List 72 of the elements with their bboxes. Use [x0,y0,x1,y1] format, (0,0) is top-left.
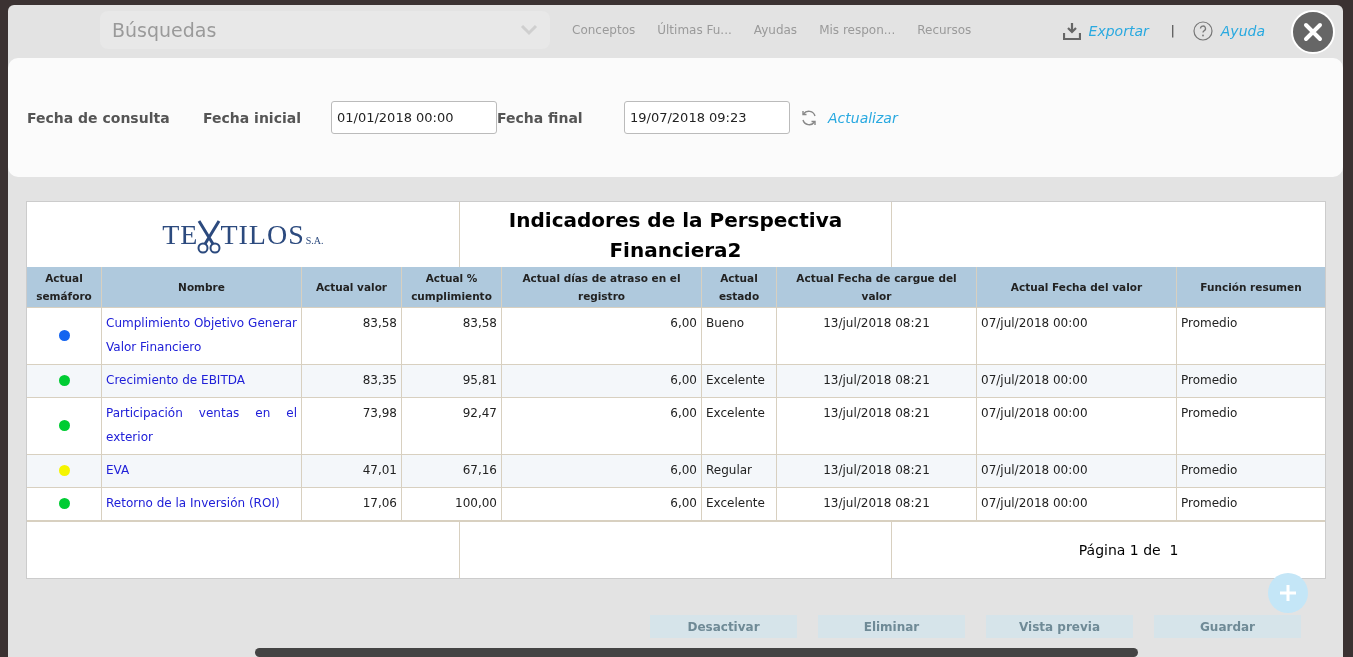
table-cell: 6,00 [501,487,702,521]
logo-text: TE [162,218,199,251]
column-header: Actual Fecha del valor [976,267,1177,308]
end-date-field[interactable]: 19/07/2018 09:23 [624,101,790,134]
action-button[interactable]: Guardar [1154,615,1301,638]
start-date-label: Fecha inicial [203,109,302,126]
column-header: Nombre [101,267,302,308]
action-button[interactable]: Eliminar [818,615,965,638]
separator: | [1170,24,1175,38]
table-cell: 47,01 [301,454,402,488]
table-cell: 13/jul/2018 08:21 [776,364,977,398]
table-cell: Regular [701,454,777,488]
logo-suffix: S.A. [305,235,324,246]
table-cell: Excelente [701,487,777,521]
filter-title: Fecha de consulta [27,109,171,126]
nav-item[interactable]: Últimas Fu... [657,23,732,37]
table-cell: Promedio [1176,364,1325,398]
table-cell: 07/jul/2018 00:00 [976,487,1177,521]
close-icon [1303,22,1323,42]
refresh-link[interactable]: Actualizar [828,109,898,126]
nav-item[interactable]: Recursos [917,23,972,37]
table-cell: 73,98 [301,397,402,455]
table-cell: Excelente [701,364,777,398]
table-cell: 13/jul/2018 08:21 [776,397,977,455]
chevron-icon [520,24,538,36]
column-header: Actual días de atraso en el registro [501,267,702,308]
help-icon [1192,21,1213,41]
table-cell: Promedio [1176,454,1325,488]
table-cell: 13/jul/2018 08:21 [776,307,977,365]
column-header: Actual estado [701,267,777,308]
table-cell: 6,00 [501,397,702,455]
close-button[interactable] [1291,10,1335,54]
table-cell: 83,58 [301,307,402,365]
refresh-icon [800,108,818,127]
column-header: Función resumen [1176,267,1325,308]
table-cell: 67,16 [401,454,502,488]
table-cell: 95,81 [401,364,502,398]
table-cell: 13/jul/2018 08:21 [776,454,977,488]
export-link[interactable]: Exportar [1088,23,1149,39]
table-cell: Bueno [701,307,777,365]
table-cell: 07/jul/2018 00:00 [976,397,1177,455]
start-date-field[interactable]: 01/01/2018 00:00 [331,101,497,134]
end-date-label: Fecha final [497,109,584,126]
column-header: Actual % cumplimiento [401,267,502,308]
table-cell: 17,06 [301,487,402,521]
table-cell: 13/jul/2018 08:21 [776,487,977,521]
column-header: Actual Fecha de cargue del valor [776,267,977,308]
logo-text: TILOS [220,218,305,251]
report-title: Indicadores de la Perspectiva Financiera2 [507,206,844,264]
nav-item[interactable]: Mis respon... [819,23,896,37]
action-button[interactable]: Desactivar [650,615,797,638]
help-link[interactable]: Ayuda [1220,23,1265,39]
table-cell: 07/jul/2018 00:00 [976,454,1177,488]
table-cell: 6,00 [501,307,702,365]
nav-item[interactable]: Ayudas [753,23,798,37]
scissors-icon [196,219,223,254]
table-cell: Excelente [701,397,777,455]
nav-item[interactable]: Conceptos [572,23,636,37]
page-number: Página 1 de 1 [1078,542,1179,558]
table-cell: 83,58 [401,307,502,365]
plus-icon [1278,583,1298,603]
download-icon [1062,22,1081,40]
table-cell: 6,00 [501,364,702,398]
column-header: Actual semáforo [27,267,102,308]
table-cell: 92,47 [401,397,502,455]
action-button[interactable]: Vista previa [986,615,1133,638]
table-cell: 83,35 [301,364,402,398]
table-cell: 07/jul/2018 00:00 [976,307,1177,365]
table-cell: 07/jul/2018 00:00 [976,364,1177,398]
table-cell: 6,00 [501,454,702,488]
table-cell: 100,00 [401,487,502,521]
column-header: Actual valor [301,267,402,308]
